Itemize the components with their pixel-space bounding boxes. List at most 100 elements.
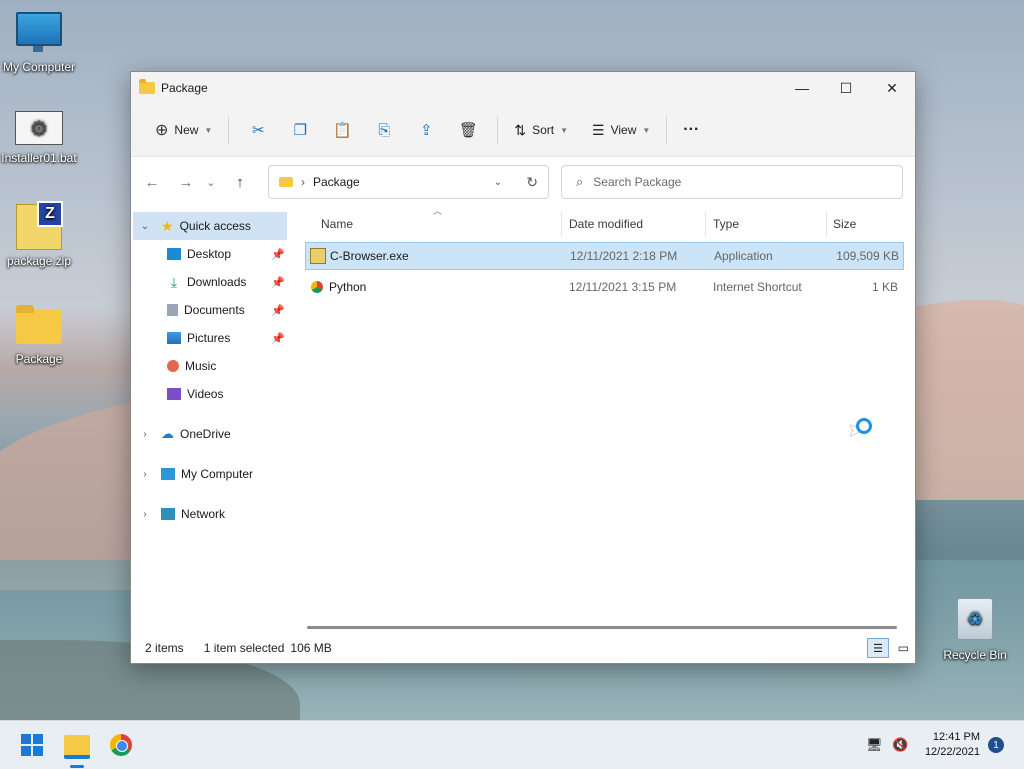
desktop-icon-recycle-bin[interactable]: ♻ Recycle Bin bbox=[936, 598, 1014, 662]
more-options-button[interactable]: ··· bbox=[675, 114, 707, 146]
file-date: 12/11/2021 2:18 PM bbox=[570, 249, 678, 263]
back-button[interactable]: ← bbox=[137, 174, 167, 191]
nav-label: Downloads bbox=[187, 275, 247, 289]
search-placeholder: Search Package bbox=[593, 175, 682, 189]
start-button[interactable] bbox=[21, 734, 43, 756]
delete-icon[interactable]: 🗑 bbox=[453, 114, 483, 146]
up-button[interactable]: ↑ bbox=[225, 174, 255, 191]
search-icon: ⌕ bbox=[576, 174, 584, 189]
videos-icon bbox=[167, 388, 181, 400]
sort-button[interactable]: ⇅ Sort ▼ bbox=[506, 114, 576, 146]
file-row-python[interactable]: Python 12/11/2021 3:15 PM Internet Short… bbox=[305, 274, 902, 300]
item-count: 2 items bbox=[145, 641, 184, 655]
chevron-down-icon[interactable]: ⌄ bbox=[139, 221, 151, 232]
refresh-icon[interactable]: ↻ bbox=[526, 174, 538, 191]
desktop-icon-label: Package bbox=[15, 352, 63, 366]
nav-label: Documents bbox=[184, 303, 245, 317]
view-button[interactable]: ☰ View ▼ bbox=[584, 114, 658, 146]
desktop-icon-label: package.zip bbox=[6, 254, 72, 268]
selection-size: 106 MB bbox=[290, 641, 332, 655]
chevron-right-icon[interactable]: › bbox=[139, 429, 151, 440]
nav-my-computer[interactable]: › My Computer bbox=[131, 460, 289, 488]
desktop-icon-installer-bat[interactable]: ⚙ Installer01.bat bbox=[0, 111, 78, 165]
file-date: 12/11/2021 3:15 PM bbox=[569, 280, 677, 294]
file-name: C-Browser.exe bbox=[330, 249, 409, 263]
toolbar-divider bbox=[228, 116, 230, 144]
file-row-c-browser[interactable]: C-Browser.exe 12/11/2021 2:18 PM Applica… bbox=[305, 242, 904, 270]
pin-icon: 📌 bbox=[271, 332, 285, 345]
plus-circle-icon: ⊕ bbox=[155, 122, 169, 139]
nav-documents[interactable]: Documents 📌 bbox=[131, 296, 289, 324]
file-name: Python bbox=[329, 280, 367, 294]
column-divider[interactable] bbox=[826, 212, 827, 236]
paste-icon[interactable]: 📋 bbox=[327, 114, 357, 146]
column-divider[interactable] bbox=[705, 212, 706, 236]
nav-videos[interactable]: Videos bbox=[131, 380, 289, 408]
column-name[interactable]: Name bbox=[321, 217, 353, 231]
sort-ascending-icon: ︿ bbox=[433, 206, 443, 216]
nav-pictures[interactable]: Pictures 📌 bbox=[131, 324, 289, 352]
chrome-taskbar-button[interactable] bbox=[110, 734, 132, 756]
desktop-icon-label: My Computer bbox=[2, 60, 76, 74]
nav-label: OneDrive bbox=[180, 427, 231, 441]
chevron-right-icon[interactable]: › bbox=[139, 509, 151, 520]
busy-indicator-icon bbox=[856, 418, 872, 434]
maximize-button[interactable]: ☐ bbox=[823, 72, 869, 104]
nav-network[interactable]: › Network bbox=[131, 500, 289, 528]
recent-locations-button[interactable]: ⌄ bbox=[201, 176, 221, 189]
cut-icon[interactable]: ✂ bbox=[243, 114, 273, 146]
chevron-down-icon[interactable]: ⌄ bbox=[494, 177, 502, 188]
desktop-icon-package-zip[interactable]: Z package.zip bbox=[0, 201, 78, 268]
sort-label: Sort bbox=[532, 123, 555, 137]
window-title: Package bbox=[161, 81, 208, 95]
chevron-right-icon[interactable]: › bbox=[139, 469, 151, 480]
column-date-modified[interactable]: Date modified bbox=[569, 217, 643, 231]
title-bar[interactable]: Package — ☐ ✕ bbox=[131, 72, 915, 104]
network-icon bbox=[161, 508, 175, 520]
new-button[interactable]: ⊕ New ▼ bbox=[147, 114, 220, 146]
nav-label: Music bbox=[185, 359, 217, 373]
desktop-icon-package-folder[interactable]: Package bbox=[0, 305, 78, 366]
notification-badge[interactable]: 1 bbox=[988, 737, 1004, 753]
nav-music[interactable]: Music bbox=[131, 352, 289, 380]
rename-icon[interactable]: ⎘ bbox=[369, 114, 399, 146]
folder-icon bbox=[279, 177, 293, 187]
column-size[interactable]: Size bbox=[833, 217, 856, 231]
clock[interactable]: 12:41 PM 12/22/2021 bbox=[925, 730, 980, 760]
details-view-button[interactable]: ☰ bbox=[867, 638, 889, 658]
file-type: Internet Shortcut bbox=[713, 280, 802, 294]
clock-date: 12/22/2021 bbox=[924, 746, 980, 758]
sort-icon: ⇅ bbox=[514, 121, 527, 138]
column-divider[interactable] bbox=[561, 212, 562, 236]
recycle-bin-icon: ♻ bbox=[957, 598, 993, 640]
address-bar[interactable]: › Package ⌄ ↻ bbox=[268, 165, 549, 199]
forward-button[interactable]: → bbox=[171, 174, 201, 191]
nav-onedrive[interactable]: › ☁ OneDrive bbox=[131, 420, 289, 448]
nav-label: Videos bbox=[187, 387, 224, 401]
chevron-down-icon: ▼ bbox=[204, 125, 213, 135]
tiles-view-button[interactable]: ▭ bbox=[898, 641, 909, 655]
file-explorer-taskbar-button[interactable] bbox=[64, 735, 90, 759]
chevron-down-icon: ▼ bbox=[642, 125, 651, 135]
breadcrumb-package[interactable]: Package bbox=[313, 175, 360, 189]
volume-muted-icon[interactable]: 🔇 bbox=[892, 737, 908, 753]
star-icon: ★ bbox=[161, 217, 174, 234]
list-view-icon: ☰ bbox=[592, 121, 605, 138]
status-bar: 2 items 1 item selected 106 MB ☰ ▭ bbox=[131, 633, 915, 663]
search-input[interactable]: ⌕ Search Package bbox=[561, 165, 903, 199]
horizontal-scrollbar[interactable] bbox=[307, 626, 897, 629]
nav-downloads[interactable]: ⤓ Downloads 📌 bbox=[131, 268, 289, 296]
nav-quick-access[interactable]: ⌄ ★ Quick access bbox=[133, 212, 287, 240]
share-icon[interactable]: ⇪ bbox=[411, 114, 441, 146]
column-type[interactable]: Type bbox=[713, 217, 739, 231]
desktop-icon-my-computer[interactable]: My Computer bbox=[0, 12, 78, 74]
taskbar: 🖥 🔇 12:41 PM 12/22/2021 1 bbox=[0, 720, 1024, 769]
file-list: Name ︿ Date modified Type Size C-Browser… bbox=[291, 206, 915, 631]
address-row: ← → ⌄ ↑ › Package ⌄ ↻ ⌕ Search Package bbox=[131, 164, 915, 200]
column-headers: Name ︿ Date modified Type Size bbox=[291, 206, 915, 236]
minimize-button[interactable]: — bbox=[779, 72, 825, 104]
copy-icon[interactable]: ❐ bbox=[285, 114, 315, 146]
network-tray-icon[interactable]: 🖥 bbox=[866, 737, 883, 753]
nav-desktop[interactable]: Desktop 📌 bbox=[131, 240, 289, 268]
close-button[interactable]: ✕ bbox=[869, 72, 915, 104]
